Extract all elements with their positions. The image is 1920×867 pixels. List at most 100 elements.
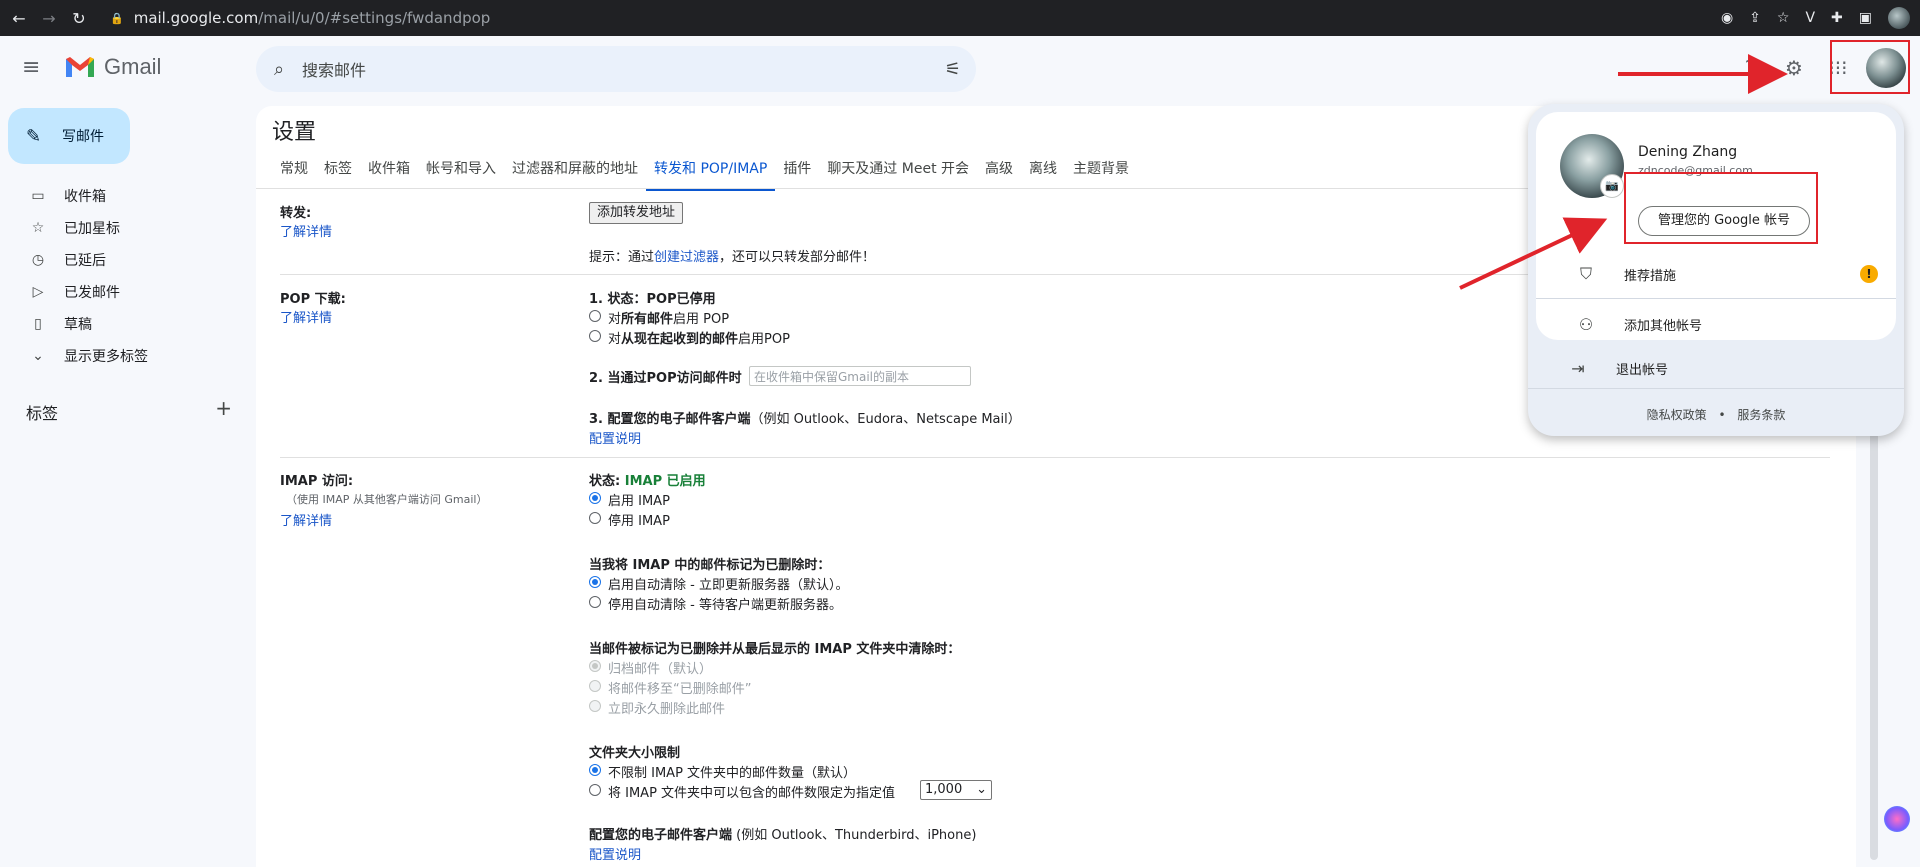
gear-icon[interactable]: ⚙ xyxy=(1774,48,1814,88)
tab-advanced[interactable]: 高级 xyxy=(977,158,1021,191)
create-filter-link[interactable]: 创建过滤器 xyxy=(654,250,719,265)
pop-when-label: 2. 当通过POP访问邮件时 xyxy=(589,371,742,386)
menu-icon[interactable]: ≡ xyxy=(22,56,46,80)
sidebar-item-drafts[interactable]: ▯ 草稿 xyxy=(0,308,240,340)
assistant-extension-icon[interactable] xyxy=(1884,806,1910,832)
help-icon[interactable]: ? xyxy=(1730,48,1770,88)
search-options-icon[interactable]: ⚟ xyxy=(930,59,976,80)
learn-more-link[interactable]: 了解详情 xyxy=(280,307,332,326)
imap-label: IMAP 访问: xyxy=(280,474,354,489)
imap-status: 状态: IMAP 已启用 xyxy=(589,474,706,489)
auto-expunge-on-radio[interactable] xyxy=(589,576,601,588)
sign-out-icon: ⇥ xyxy=(1571,358,1585,378)
search-input[interactable]: 搜索邮件 xyxy=(302,57,930,81)
address-bar[interactable]: 🔒 mail.google.com/mail/u/0/#settings/fwd… xyxy=(110,5,1730,31)
folder-limit-select[interactable]: 1,000 ⌄ xyxy=(920,780,992,800)
limit-radio[interactable] xyxy=(589,784,601,796)
limit-label: 将 IMAP 文件夹中可以包含的邮件数限定为指定值 xyxy=(608,786,896,801)
tab-addons[interactable]: 插件 xyxy=(775,158,819,191)
pop-from-now-radio[interactable] xyxy=(589,330,601,342)
compose-label: 写邮件 xyxy=(62,129,104,145)
add-label-icon[interactable]: + xyxy=(215,398,232,424)
tab-filters[interactable]: 过滤器和屏蔽的地址 xyxy=(504,158,646,191)
eye-icon[interactable]: ◉ xyxy=(1721,10,1733,26)
add-forwarding-button[interactable]: 添加转发地址 xyxy=(589,202,684,224)
inbox-icon: ▭ xyxy=(31,188,45,204)
share-icon[interactable]: ⇪ xyxy=(1749,10,1761,26)
tab-inbox[interactable]: 收件箱 xyxy=(360,158,418,191)
imap-disable-label: 停用 IMAP xyxy=(608,514,670,529)
back-icon[interactable]: ← xyxy=(8,9,30,28)
popover-divider xyxy=(1528,388,1904,389)
lock-icon[interactable]: 🔒 xyxy=(110,12,124,25)
bookmark-star-icon[interactable]: ☆ xyxy=(1777,10,1790,26)
imap-enable-radio[interactable] xyxy=(589,492,601,504)
sidebar-nav: ▭ 收件箱 ☆ 已加星标 ◷ 已延后 ▷ 已发邮件 ▯ 草稿 ⌄ 显示更多标签 xyxy=(0,180,240,372)
extension-v-icon[interactable]: V xyxy=(1805,10,1815,26)
pop-config-link[interactable]: 配置说明 xyxy=(589,428,641,447)
page-title: 设置 xyxy=(272,120,317,145)
pop-when-select[interactable]: 在收件箱中保留Gmail的副本 xyxy=(749,366,971,386)
tab-accounts[interactable]: 帐号和导入 xyxy=(418,158,504,191)
imap-disable-radio[interactable] xyxy=(589,512,601,524)
footer-dot: • xyxy=(1718,408,1726,422)
pop-all-radio[interactable] xyxy=(589,310,601,322)
archive-radio[interactable] xyxy=(589,660,601,672)
browser-toolbar: ← → ↻ 🔒 mail.google.com/mail/u/0/#settin… xyxy=(0,0,1920,36)
tab-general[interactable]: 常规 xyxy=(272,158,316,191)
tab-forwarding-pop-imap[interactable]: 转发和 POP/IMAP xyxy=(646,158,776,191)
gmail-logo[interactable]: Gmail xyxy=(64,54,161,80)
recommended-actions-item[interactable]: ⛉ 推荐措施 ! xyxy=(1536,250,1896,298)
tab-offline[interactable]: 离线 xyxy=(1021,158,1065,191)
learn-more-link[interactable]: 了解详情 xyxy=(280,221,332,240)
forward-icon[interactable]: → xyxy=(38,9,60,28)
folder-limit-value: 1,000 xyxy=(925,782,963,797)
sign-out-item[interactable]: ⇥ 退出帐号 xyxy=(1528,344,1888,392)
popover-divider xyxy=(1536,298,1896,299)
puzzle-icon[interactable]: ✚ xyxy=(1831,10,1843,26)
profile-avatar-icon[interactable] xyxy=(1888,7,1910,29)
add-person-icon: ⚇ xyxy=(1578,314,1594,334)
tab-chat-meet[interactable]: 聊天及通过 Meet 开会 xyxy=(819,158,977,191)
camera-icon[interactable]: 📷 xyxy=(1600,174,1624,198)
tab-themes[interactable]: 主题背景 xyxy=(1065,158,1137,191)
chevron-down-icon: ⌄ xyxy=(32,348,44,364)
learn-more-link[interactable]: 了解详情 xyxy=(280,510,332,529)
sidebar-item-inbox[interactable]: ▭ 收件箱 xyxy=(0,180,240,212)
gmail-wordmark: Gmail xyxy=(104,54,162,79)
reload-icon[interactable]: ↻ xyxy=(68,9,90,28)
no-limit-radio[interactable] xyxy=(589,764,601,776)
pop-from-now-label: 对从现在起收到的邮件启用POP xyxy=(608,332,790,347)
search-bar[interactable]: ⌕ 搜索邮件 ⚟ xyxy=(256,46,976,92)
terms-link[interactable]: 服务条款 xyxy=(1737,408,1785,422)
pencil-icon: ✎ xyxy=(26,125,42,147)
sidebar-item-sent[interactable]: ▷ 已发邮件 xyxy=(0,276,240,308)
forwarding-label: 转发: xyxy=(280,206,312,221)
auto-expunge-off-radio[interactable] xyxy=(589,596,601,608)
search-icon[interactable]: ⌕ xyxy=(256,59,302,80)
annotation-box-manage xyxy=(1624,172,1818,244)
tab-labels[interactable]: 标签 xyxy=(316,158,360,191)
popover-footer: 隐私权政策 • 服务条款 xyxy=(1528,406,1904,423)
delete-forever-label: 立即永久删除此邮件 xyxy=(608,702,726,717)
annotation-box-avatar xyxy=(1830,40,1910,94)
warning-icon: ! xyxy=(1860,265,1878,283)
sidebar-item-snoozed[interactable]: ◷ 已延后 xyxy=(0,244,240,276)
sidebar-item-more[interactable]: ⌄ 显示更多标签 xyxy=(0,340,240,372)
section-divider xyxy=(280,457,1830,458)
sidebar-item-label: 已延后 xyxy=(64,253,106,269)
delete-forever-radio[interactable] xyxy=(589,700,601,712)
sidepanel-icon[interactable]: ▣ xyxy=(1859,10,1872,26)
compose-button[interactable]: ✎ 写邮件 xyxy=(8,108,130,164)
account-popover: 📷 Dening Zhang zdncode@gmail.com 管理您的 Go… xyxy=(1528,104,1904,436)
imap-config-link[interactable]: 配置说明 xyxy=(589,844,641,863)
add-account-item[interactable]: ⚇ 添加其他帐号 xyxy=(1536,300,1896,348)
sidebar-item-starred[interactable]: ☆ 已加星标 xyxy=(0,212,240,244)
pop-all-label: 对所有邮件启用 POP xyxy=(608,312,730,327)
trash-label: 将邮件移至“已删除邮件” xyxy=(608,682,752,697)
scrollbar[interactable] xyxy=(1870,420,1878,860)
trash-radio[interactable] xyxy=(589,680,601,692)
privacy-link[interactable]: 隐私权政策 xyxy=(1647,408,1707,422)
sidebar-item-label: 显示更多标签 xyxy=(64,349,148,365)
star-icon: ☆ xyxy=(31,220,45,236)
